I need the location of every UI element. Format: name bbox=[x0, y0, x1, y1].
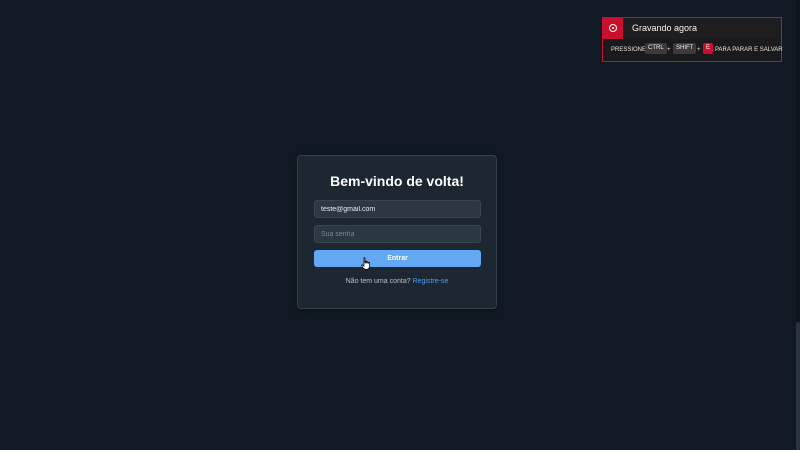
hand-pointer-icon bbox=[361, 257, 370, 270]
key-ctrl: CTRL bbox=[645, 43, 667, 54]
record-button[interactable] bbox=[603, 18, 623, 39]
plus-sign: + bbox=[667, 47, 671, 53]
record-icon bbox=[609, 24, 617, 32]
recording-widget: Gravando agora PRESSIONE CTRL + SHIFT + … bbox=[602, 17, 783, 62]
login-card: Bem-vindo de volta! Entrar Não tem uma c… bbox=[297, 155, 497, 309]
recording-title: Gravando agora bbox=[632, 23, 698, 33]
signup-prompt: Não tem uma conta? Registre-se bbox=[298, 278, 496, 285]
scrollbar[interactable] bbox=[796, 0, 800, 450]
password-field[interactable] bbox=[314, 225, 481, 243]
key-e: E bbox=[703, 43, 714, 54]
login-title: Bem-vindo de volta! bbox=[330, 173, 464, 189]
page: Gravando agora PRESSIONE CTRL + SHIFT + … bbox=[0, 0, 800, 450]
key-shift: SHIFT bbox=[673, 43, 697, 54]
signup-link[interactable]: Registre-se bbox=[413, 278, 449, 285]
email-field[interactable] bbox=[314, 200, 481, 218]
scrollbar-thumb[interactable] bbox=[796, 322, 800, 450]
signup-prompt-text: Não tem uma conta? bbox=[345, 278, 411, 285]
recording-instructions: PRESSIONE CTRL + SHIFT + E PARA PARAR E … bbox=[603, 39, 783, 61]
instruction-prefix: PRESSIONE bbox=[611, 47, 647, 53]
instruction-suffix: PARA PARAR E SALVAR bbox=[715, 47, 783, 53]
login-button[interactable]: Entrar bbox=[314, 250, 481, 267]
plus-sign: + bbox=[697, 47, 701, 53]
recording-header: Gravando agora bbox=[603, 18, 781, 39]
